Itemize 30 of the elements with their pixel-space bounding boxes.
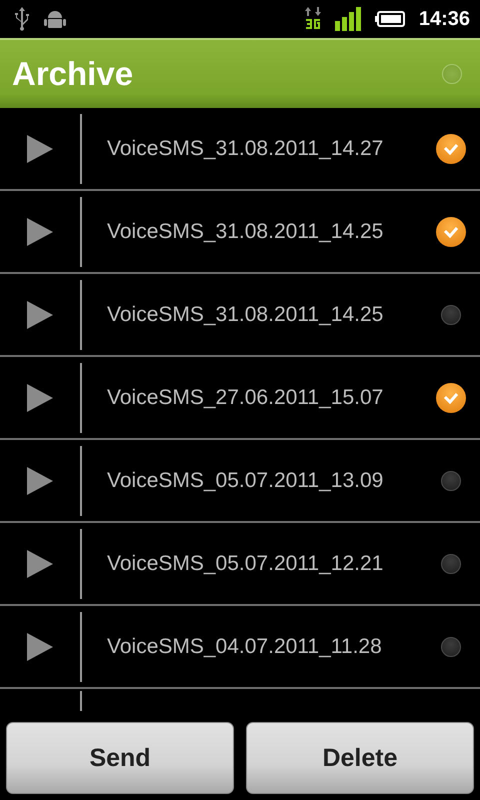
recording-name[interactable]: VoiceSMS_27.06.2011_15.07: [82, 386, 436, 410]
checkmark-icon: [443, 392, 459, 404]
select-all-checkbox[interactable]: [442, 64, 462, 84]
checkmark-icon: [443, 226, 459, 238]
recording-name[interactable]: VoiceSMS_04.07.2011_11.28: [82, 634, 436, 658]
item-checkbox[interactable]: [436, 134, 466, 164]
usb-icon: [14, 7, 30, 31]
delete-button[interactable]: Delete: [246, 722, 474, 794]
battery-icon: [374, 11, 405, 27]
play-icon[interactable]: [27, 466, 53, 494]
recording-name[interactable]: VoiceSMS_31.08.2011_14.25: [82, 220, 436, 244]
play-icon[interactable]: [27, 384, 53, 412]
network-3g-icon: [304, 7, 321, 31]
recording-name[interactable]: VoiceSMS_05.07.2011_13.09: [82, 468, 436, 492]
screen-title: Archive: [12, 55, 134, 93]
recording-name[interactable]: VoiceSMS_31.08.2011_14.27: [82, 136, 436, 160]
recording-name[interactable]: VoiceSMS_05.07.2011_12.21: [82, 552, 436, 576]
play-icon[interactable]: [27, 632, 53, 660]
signal-icon: [334, 7, 361, 31]
item-checkbox[interactable]: [436, 216, 466, 246]
play-icon[interactable]: [27, 550, 53, 578]
item-checkbox[interactable]: [436, 382, 466, 412]
send-button[interactable]: Send: [6, 722, 234, 794]
android-icon: [44, 8, 66, 30]
play-icon[interactable]: [27, 218, 53, 246]
clock: 14:36: [418, 8, 470, 30]
play-icon[interactable]: [27, 300, 53, 328]
recording-name[interactable]: VoiceSMS_31.08.2011_14.25: [82, 302, 436, 326]
checkmark-icon: [443, 142, 459, 154]
play-icon[interactable]: [27, 134, 53, 162]
